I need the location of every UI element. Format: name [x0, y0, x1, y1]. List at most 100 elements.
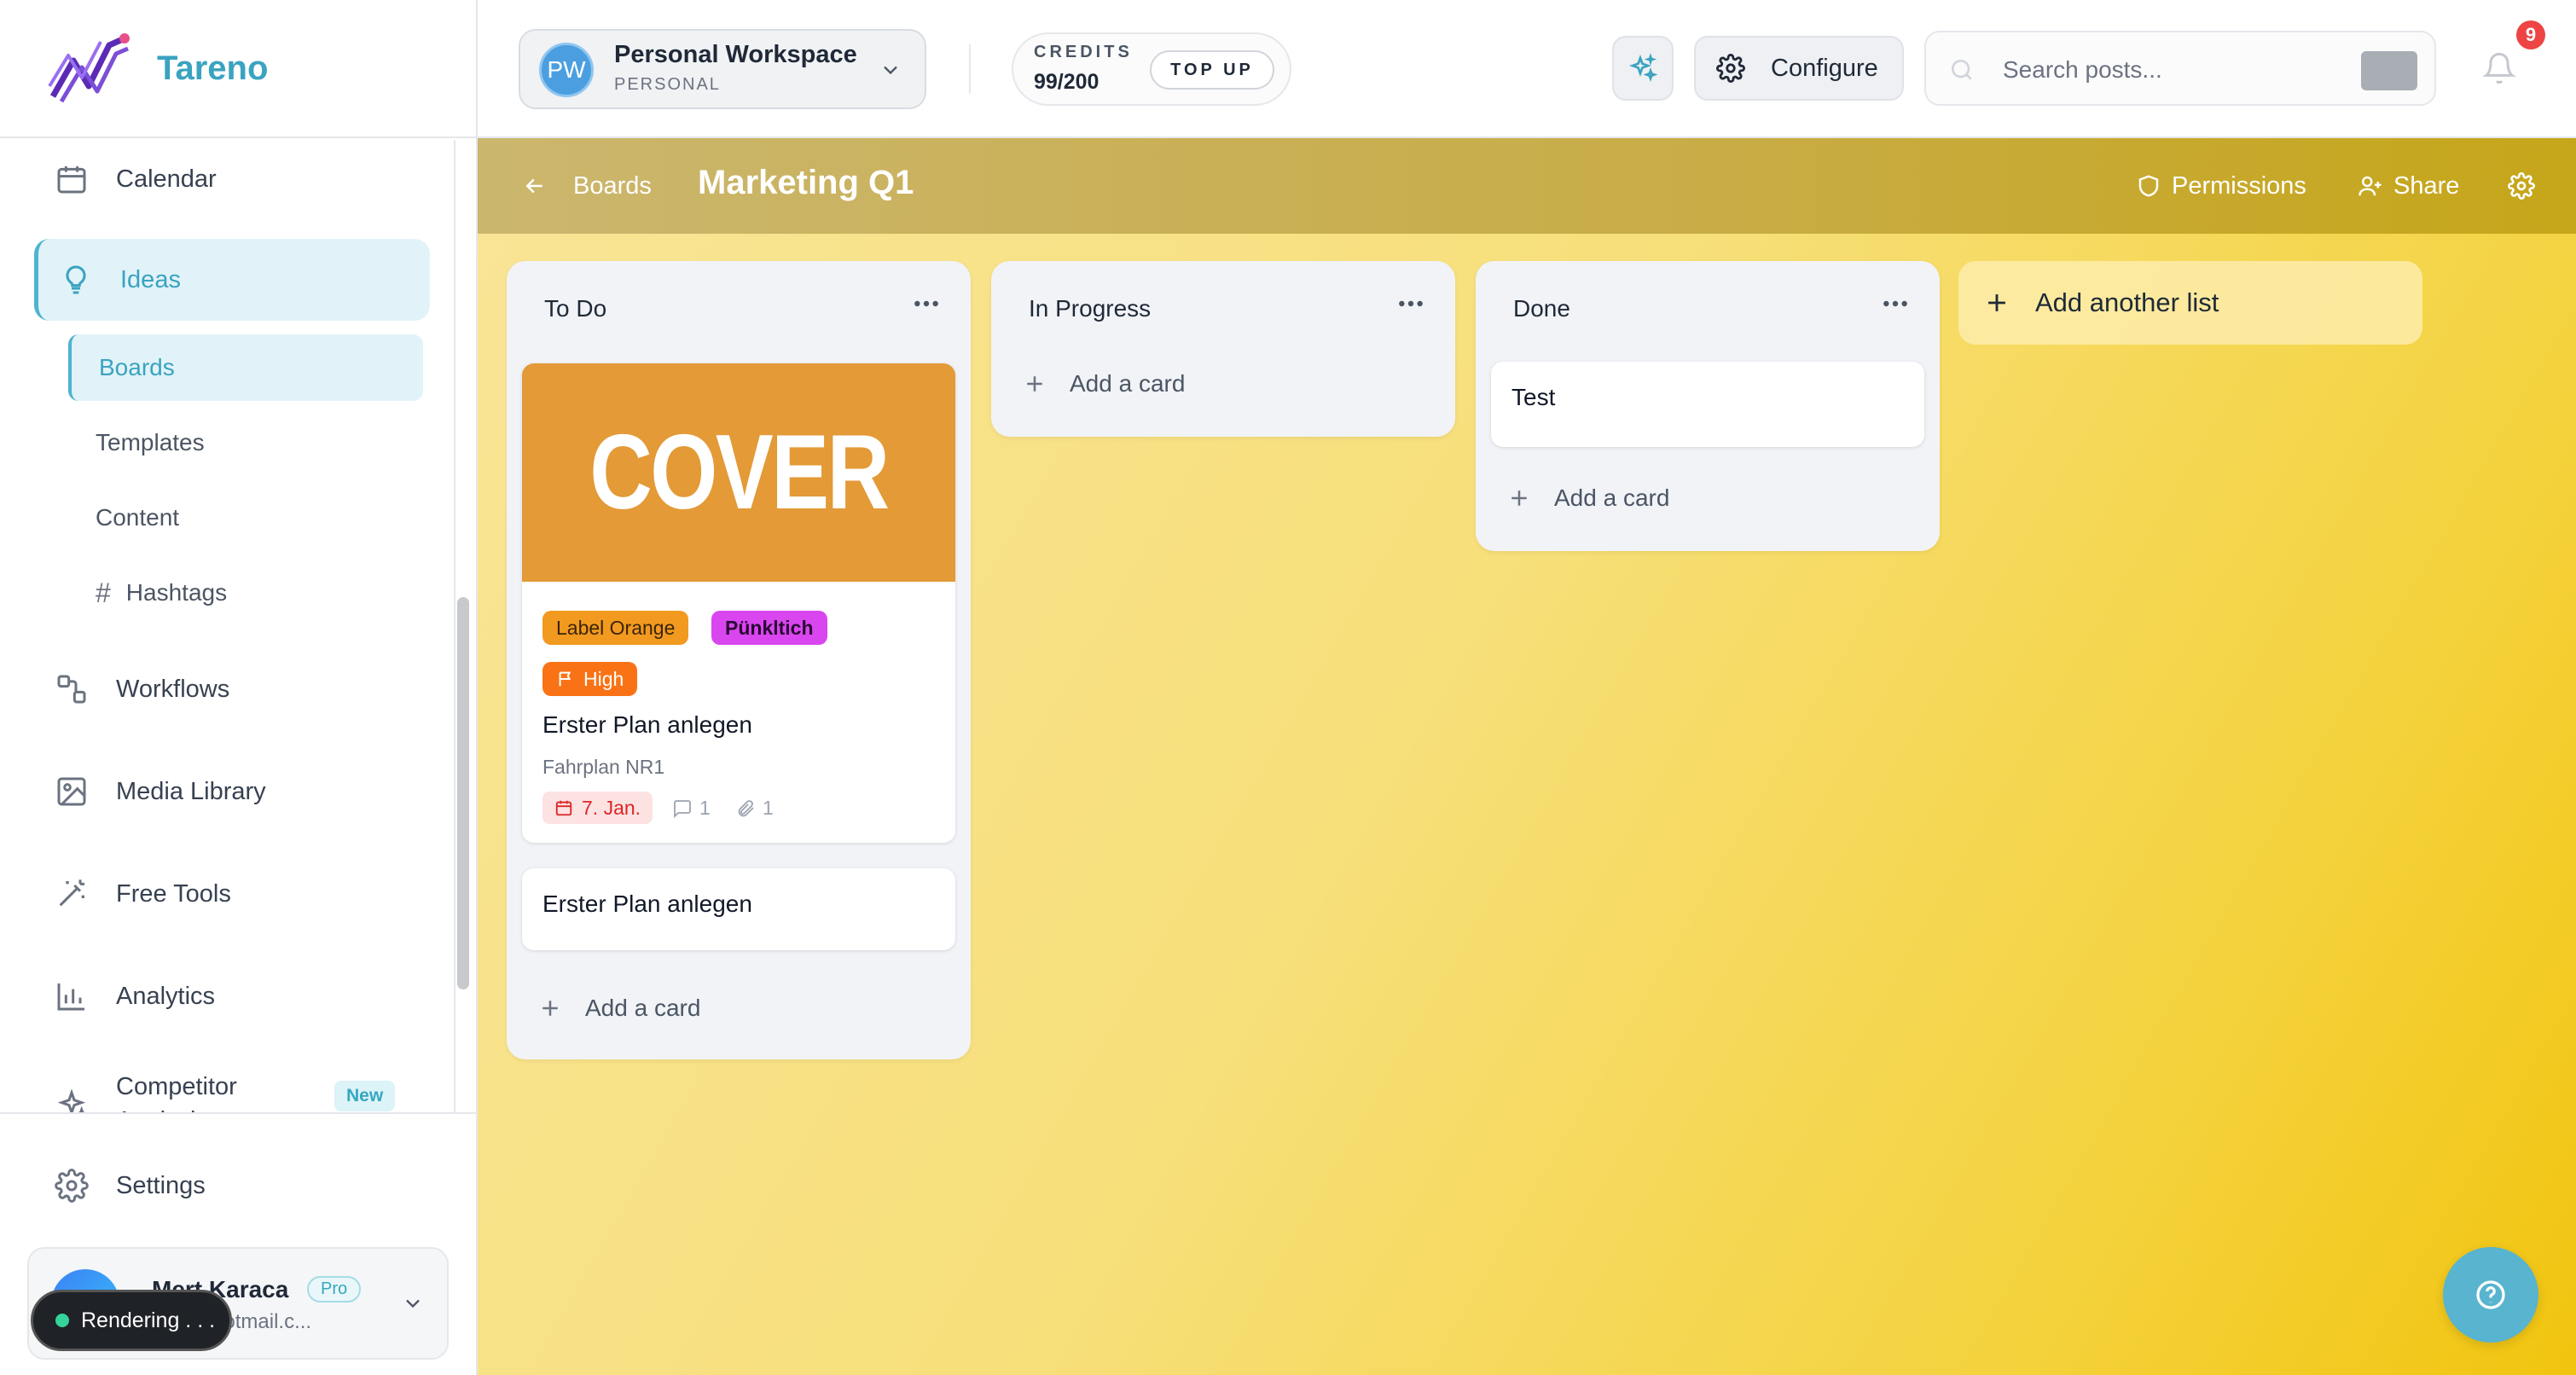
search-input[interactable]: [2003, 51, 2344, 89]
help-button[interactable]: [2443, 1247, 2538, 1343]
card-description: Fahrplan NR1: [542, 756, 665, 778]
list-title: Done: [1513, 295, 1570, 322]
paperclip-icon: [738, 799, 754, 816]
gear-icon: [55, 1169, 89, 1203]
priority-label: High: [583, 667, 624, 690]
sidebar-scrollbar-thumb[interactable]: [457, 597, 469, 989]
sidebar-item-calendar[interactable]: Calendar: [34, 140, 430, 220]
hashtag-icon: #: [96, 577, 111, 608]
add-card-button[interactable]: Add a card: [1506, 473, 1669, 524]
rendering-status: Rendering . . .: [31, 1290, 232, 1351]
sidebar-item-workflows[interactable]: Workflows: [34, 648, 430, 730]
gear-icon[interactable]: [2508, 172, 2535, 200]
label-magenta: Pünkltich: [711, 611, 827, 645]
add-card-label: Add a card: [585, 995, 701, 1021]
configure-button[interactable]: Configure: [1694, 36, 1904, 101]
share-button[interactable]: Share: [2358, 165, 2459, 206]
search-bar[interactable]: [1924, 31, 2436, 106]
sidebar-subitem-boards[interactable]: Boards: [68, 334, 423, 401]
flag-icon: [559, 671, 571, 687]
calendar-icon: [555, 800, 572, 816]
card-title: Erster Plan anlegen: [542, 711, 752, 738]
add-card-label: Add a card: [1554, 484, 1670, 511]
new-badge: New: [334, 1081, 396, 1111]
calendar-icon: [57, 166, 86, 194]
tareno-logo-icon: [48, 33, 130, 103]
add-card-label: Add a card: [1070, 370, 1186, 397]
plus-icon: [1988, 294, 2005, 311]
card-cover-image: COVER: [522, 363, 955, 582]
sidebar-subitem-label: Hashtags: [125, 579, 228, 606]
card[interactable]: Test: [1491, 362, 1924, 447]
sidebar-item-label: Competitor Analysis: [116, 1073, 237, 1112]
workspace-avatar: PW: [539, 43, 594, 97]
top-header: PW Personal Workspace PERSONAL CREDITS 9…: [478, 0, 2576, 138]
list-in-progress: In Progress Add a card: [991, 261, 1455, 437]
sidebar-item-free-tools[interactable]: Free Tools: [34, 853, 430, 935]
share-label: Share: [2393, 171, 2460, 200]
sidebar-item-analytics[interactable]: Analytics: [34, 955, 430, 1037]
permissions-button[interactable]: Permissions: [2136, 165, 2306, 206]
workflow-icon: [57, 675, 86, 704]
comment-count-value: 1: [699, 797, 711, 819]
logo[interactable]: Tareno: [0, 0, 476, 138]
sidebar-item-ideas[interactable]: Ideas: [34, 239, 430, 321]
back-label: Boards: [573, 171, 652, 200]
sidebar-subitem-content[interactable]: Content: [68, 484, 423, 551]
due-date: 7. Jan.: [582, 796, 641, 819]
plan-badge: Pro: [307, 1276, 362, 1302]
card-title: Test: [1511, 384, 1556, 410]
sidebar-nav: Calendar Ideas Boards Templates Content …: [0, 140, 452, 1112]
add-list-label: Add another list: [2035, 287, 2219, 317]
sidebar-item-settings[interactable]: Settings: [34, 1145, 430, 1227]
ai-assistant-button[interactable]: [1612, 36, 1674, 101]
workspace-name: Personal Workspace: [614, 41, 857, 68]
more-horizontal-icon[interactable]: [1397, 293, 1424, 314]
gear-icon: [1716, 54, 1745, 83]
sidebar-item-label: Settings: [116, 1171, 206, 1199]
sidebar-item-label: Analytics: [116, 982, 216, 1010]
comment-icon: [674, 799, 691, 818]
credits-value: 99/200: [1034, 70, 1099, 94]
top-up-button[interactable]: TOP UP: [1150, 50, 1274, 90]
card[interactable]: Erster Plan anlegen: [522, 868, 955, 950]
add-another-list-button[interactable]: Add another list: [1958, 261, 2422, 345]
rendering-status-text: Rendering . . .: [81, 1308, 216, 1332]
label-orange: Label Orange: [542, 611, 689, 645]
back-to-boards-button[interactable]: Boards: [522, 165, 652, 206]
permissions-label: Permissions: [2172, 171, 2306, 200]
bell-icon[interactable]: [2482, 51, 2516, 85]
status-dot: [55, 1314, 69, 1327]
chevron-down-icon: [406, 1299, 420, 1308]
help-circle-icon: [2476, 1280, 2505, 1309]
add-card-button[interactable]: Add a card: [537, 983, 700, 1034]
list-title: In Progress: [1029, 295, 1152, 322]
sidebar-item-label: Media Library: [116, 777, 266, 805]
more-horizontal-icon[interactable]: [1882, 293, 1909, 314]
sidebar-subitem-templates[interactable]: Templates: [68, 409, 423, 476]
due-date-badge: 7. Jan.: [542, 792, 653, 824]
plus-icon: [1511, 490, 1527, 506]
app-name: Tareno: [157, 49, 269, 87]
add-card-button[interactable]: Add a card: [1022, 358, 1185, 409]
arrow-left-icon: [525, 178, 542, 194]
sparkles-icon: [57, 1088, 86, 1112]
header-divider: [969, 44, 971, 94]
keyboard-shortcut-hint: [2361, 51, 2417, 90]
user-plus-icon: [2358, 176, 2382, 196]
sidebar-subitem-hashtags[interactable]: # Hashtags: [68, 560, 423, 626]
workspace-type: PERSONAL: [614, 75, 721, 94]
attachment-count-value: 1: [763, 797, 774, 819]
card[interactable]: COVER Label Orange Pünkltich High Erster…: [522, 363, 955, 843]
more-horizontal-icon[interactable]: [913, 293, 940, 314]
configure-label: Configure: [1771, 54, 1878, 82]
sidebar-item-label: Ideas: [120, 265, 181, 293]
cover-text: COVER: [589, 414, 890, 531]
search-icon: [1952, 60, 1972, 80]
comment-count: 1: [672, 797, 711, 820]
sidebar-item-media-library[interactable]: Media Library: [34, 751, 430, 833]
sidebar-item-label: Workflows: [116, 675, 230, 703]
shield-icon: [2138, 175, 2159, 197]
credits-label: CREDITS: [1034, 43, 1133, 61]
workspace-switcher[interactable]: PW Personal Workspace PERSONAL: [519, 29, 926, 109]
